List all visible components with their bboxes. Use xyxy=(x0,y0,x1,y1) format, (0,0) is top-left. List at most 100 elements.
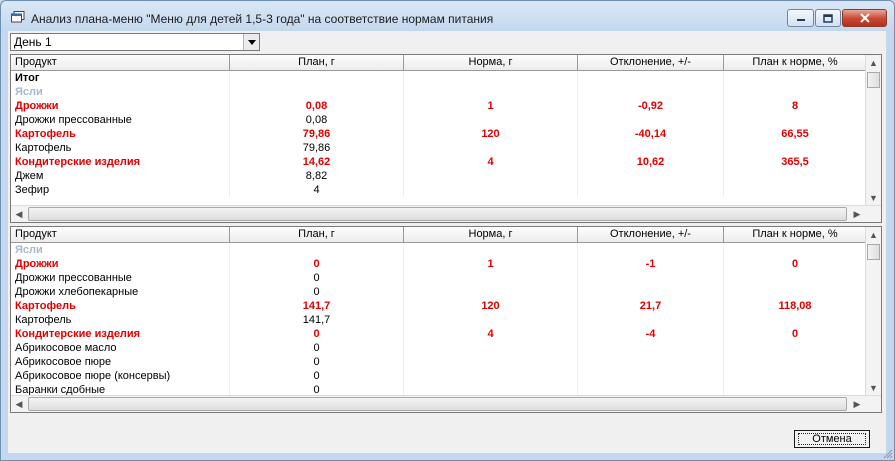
scroll-up-icon[interactable]: ▲ xyxy=(866,227,881,243)
column-header-deviation[interactable]: Отклонение, +/- xyxy=(578,227,724,243)
title-bar[interactable]: Анализ плана-меню "Меню для детей 1,5-3 … xyxy=(1,1,894,31)
scroll-thumb[interactable] xyxy=(28,397,847,411)
cell-plan: 0,08 xyxy=(230,99,404,113)
horizontal-scrollbar[interactable]: ◀ ▶ xyxy=(11,205,881,222)
day-dropdown-value: День 1 xyxy=(14,35,52,49)
cell-plan: 141,7 xyxy=(230,299,404,313)
table-row[interactable]: Абрикосовое пюре (консервы) 0 xyxy=(11,369,867,383)
table-row[interactable]: Дрожжи 0 1 -1 0 xyxy=(11,257,867,271)
cell-product: Дрожжи xyxy=(11,99,230,113)
table-row[interactable]: Дрожжи прессованные 0,08 xyxy=(11,113,867,127)
table-row[interactable]: Кондитерские изделия 14,62 4 10,62 365,5 xyxy=(11,155,867,169)
table-row[interactable]: Кондитерские изделия 0 4 -4 0 xyxy=(11,327,867,341)
scroll-right-icon[interactable]: ▶ xyxy=(849,206,865,222)
scroll-down-icon[interactable]: ▼ xyxy=(866,380,881,396)
cell-norm xyxy=(404,169,578,183)
scroll-thumb[interactable] xyxy=(867,244,880,260)
cell-plan: 0 xyxy=(230,369,404,383)
app-window: Анализ плана-меню "Меню для детей 1,5-3 … xyxy=(0,0,895,461)
window-app-icon xyxy=(11,11,25,23)
column-header-norm[interactable]: Норма, г xyxy=(404,55,578,71)
cell-plan-to-norm xyxy=(724,341,867,355)
column-header-product[interactable]: Продукт xyxy=(11,227,230,243)
cell-product: Картофель xyxy=(11,313,230,327)
cell-plan-to-norm xyxy=(724,113,867,127)
grid-rows: Ясли Дрожжи 0 1 -1 0 Дрожжи прессованные 0 Дрожж… xyxy=(11,243,867,397)
column-header-product[interactable]: Продукт xyxy=(11,55,230,71)
cell-plan-to-norm xyxy=(724,183,867,197)
vertical-scrollbar[interactable]: ▲ ▼ xyxy=(865,227,881,396)
table-row[interactable]: Итог xyxy=(11,71,867,85)
day-dropdown-toggle[interactable] xyxy=(243,34,259,50)
column-header-plan-to-norm[interactable]: План к норме, % xyxy=(724,55,867,71)
table-row[interactable]: Ясли xyxy=(11,243,867,257)
table-row[interactable]: Джем 8,82 xyxy=(11,169,867,183)
cell-deviation xyxy=(578,141,724,155)
cell-plan xyxy=(230,71,404,85)
scroll-right-icon[interactable]: ▶ xyxy=(849,396,865,412)
grid-rows: Итог Ясли Дрожжи 0,08 1 -0,92 8 Дрожжи прессова… xyxy=(11,71,867,197)
cell-plan-to-norm: 365,5 xyxy=(724,155,867,169)
cell-product: Ясли xyxy=(11,85,230,99)
scroll-left-icon[interactable]: ◀ xyxy=(11,206,27,222)
resize-grip-icon[interactable] xyxy=(881,447,893,459)
vertical-scrollbar[interactable]: ▲ ▼ xyxy=(865,55,881,206)
cell-product: Абрикосовое масло xyxy=(11,341,230,355)
maximize-button[interactable] xyxy=(815,9,841,27)
cell-plan-to-norm xyxy=(724,169,867,183)
minimize-button[interactable] xyxy=(787,9,814,27)
table-row[interactable]: Картофель 79,86 120 -40,14 66,55 xyxy=(11,127,867,141)
scroll-left-icon[interactable]: ◀ xyxy=(11,396,27,412)
table-row[interactable]: Дрожжи прессованные 0 xyxy=(11,271,867,285)
cell-deviation: -0,92 xyxy=(578,99,724,113)
table-row[interactable]: Дрожжи хлебопекарные 0 xyxy=(11,285,867,299)
cell-plan-to-norm xyxy=(724,313,867,327)
top-product-grid[interactable]: Продукт План, г Норма, г Отклонение, +/-… xyxy=(10,54,882,223)
cell-plan-to-norm xyxy=(724,141,867,155)
table-row[interactable]: Абрикосовое пюре 0 xyxy=(11,355,867,369)
cell-plan xyxy=(230,243,404,257)
cell-norm: 1 xyxy=(404,99,578,113)
cancel-button[interactable]: Отмена xyxy=(794,430,870,448)
cell-deviation xyxy=(578,341,724,355)
column-header-plan[interactable]: План, г xyxy=(230,55,404,71)
table-row[interactable]: Картофель 79,86 xyxy=(11,141,867,155)
scroll-thumb[interactable] xyxy=(28,207,847,221)
cell-product: Итог xyxy=(11,71,230,85)
scroll-thumb[interactable] xyxy=(867,72,880,88)
cell-plan: 8,82 xyxy=(230,169,404,183)
cell-plan: 14,62 xyxy=(230,155,404,169)
cell-plan: 0 xyxy=(230,327,404,341)
column-header-plan[interactable]: План, г xyxy=(230,227,404,243)
focus-rectangle xyxy=(798,433,866,445)
scroll-down-icon[interactable]: ▼ xyxy=(866,190,881,206)
cell-norm xyxy=(404,85,578,99)
horizontal-scrollbar[interactable]: ◀ ▶ xyxy=(11,395,881,412)
bottom-product-grid[interactable]: Продукт План, г Норма, г Отклонение, +/-… xyxy=(10,226,882,413)
close-button[interactable] xyxy=(842,9,887,27)
table-row[interactable]: Зефир 4 xyxy=(11,183,867,197)
column-header-deviation[interactable]: Отклонение, +/- xyxy=(578,55,724,71)
minimize-icon xyxy=(796,19,805,21)
day-dropdown[interactable]: День 1 xyxy=(10,33,260,51)
column-header-norm[interactable]: Норма, г xyxy=(404,227,578,243)
cell-deviation xyxy=(578,113,724,127)
table-row[interactable]: Картофель 141,7 xyxy=(11,313,867,327)
scroll-up-icon[interactable]: ▲ xyxy=(866,55,881,71)
cell-plan: 79,86 xyxy=(230,141,404,155)
table-row[interactable]: Абрикосовое масло 0 xyxy=(11,341,867,355)
cell-norm: 4 xyxy=(404,327,578,341)
column-header-plan-to-norm[interactable]: План к норме, % xyxy=(724,227,867,243)
table-row[interactable]: Картофель 141,7 120 21,7 118,08 xyxy=(11,299,867,313)
cell-product: Кондитерские изделия xyxy=(11,327,230,341)
table-row[interactable]: Дрожжи 0,08 1 -0,92 8 xyxy=(11,99,867,113)
cell-plan: 0 xyxy=(230,285,404,299)
cell-product: Дрожжи прессованные xyxy=(11,271,230,285)
table-row[interactable]: Ясли xyxy=(11,85,867,99)
cell-product: Картофель xyxy=(11,127,230,141)
cell-deviation xyxy=(578,313,724,327)
cell-product: Ясли xyxy=(11,243,230,257)
cell-deviation xyxy=(578,169,724,183)
cell-norm xyxy=(404,271,578,285)
chevron-down-icon xyxy=(247,39,256,45)
